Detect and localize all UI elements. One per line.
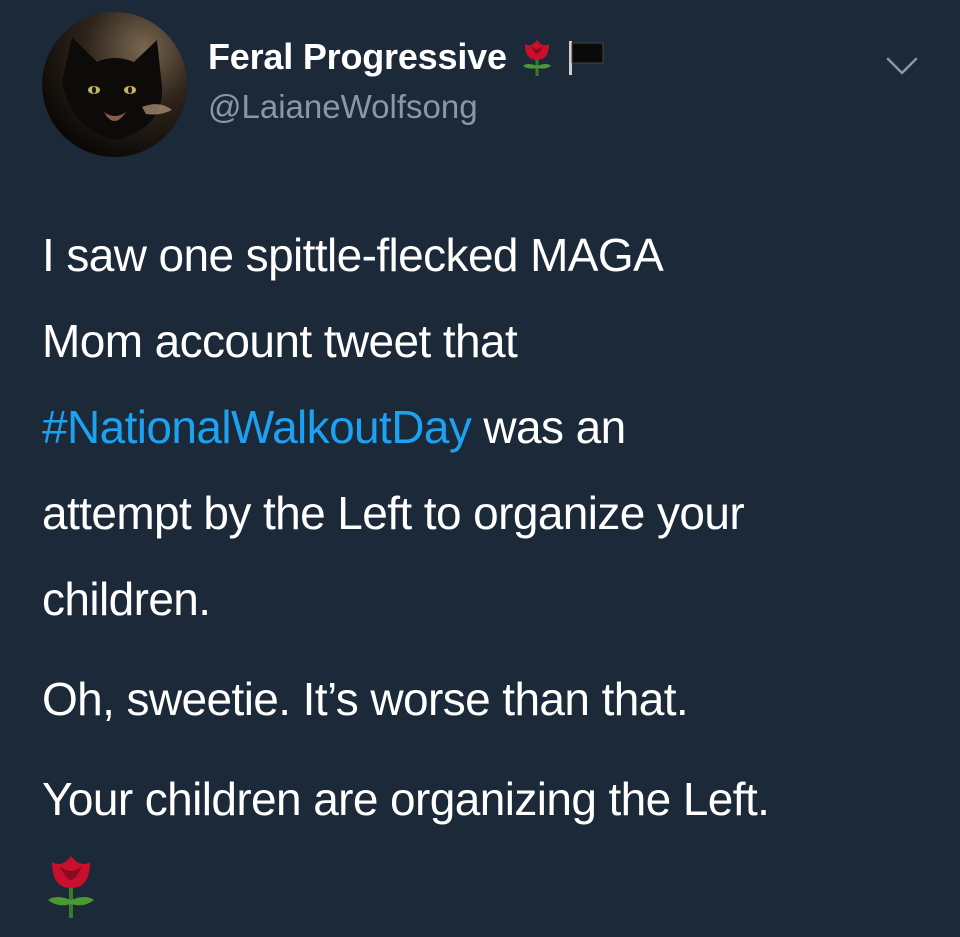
- chevron-down-icon[interactable]: [884, 54, 920, 78]
- tweet-line: Your children are organizing the Left.: [42, 773, 770, 825]
- black-flag-icon: [563, 37, 607, 77]
- tweet-line: attempt by the Left to organize your: [42, 487, 745, 539]
- tweet-text: I saw one spittle-flecked MAGA Mom accou…: [42, 212, 932, 842]
- user-names: Feral Progressive @LaianeWolfsong: [208, 34, 607, 126]
- hashtag-link[interactable]: #NationalWalkoutDay: [42, 401, 472, 453]
- display-name-row: Feral Progressive: [208, 34, 607, 80]
- user-handle[interactable]: @LaianeWolfsong: [208, 88, 607, 126]
- tweet-card: Feral Progressive @LaianeWolfsong I saw …: [0, 0, 960, 937]
- rose-icon: [517, 36, 557, 78]
- tweet-line: I saw one spittle-flecked MAGA: [42, 229, 664, 281]
- rose-icon: [42, 852, 100, 920]
- display-name[interactable]: Feral Progressive: [208, 36, 507, 78]
- tweet-line: Oh, sweetie. It’s worse than that.: [42, 673, 689, 725]
- cat-avatar-image: [42, 12, 187, 157]
- avatar[interactable]: [42, 12, 187, 157]
- tweet-paragraph-3: Your children are organizing the Left.: [42, 756, 932, 842]
- tweet-line: was an: [471, 401, 626, 453]
- tweet-line: children.: [42, 573, 211, 625]
- tweet-paragraph-2: Oh, sweetie. It’s worse than that.: [42, 656, 932, 742]
- tweet-header: Feral Progressive @LaianeWolfsong: [42, 12, 942, 157]
- tweet-paragraph-1: I saw one spittle-flecked MAGA Mom accou…: [42, 212, 932, 642]
- tweet-line: Mom account tweet that: [42, 315, 518, 367]
